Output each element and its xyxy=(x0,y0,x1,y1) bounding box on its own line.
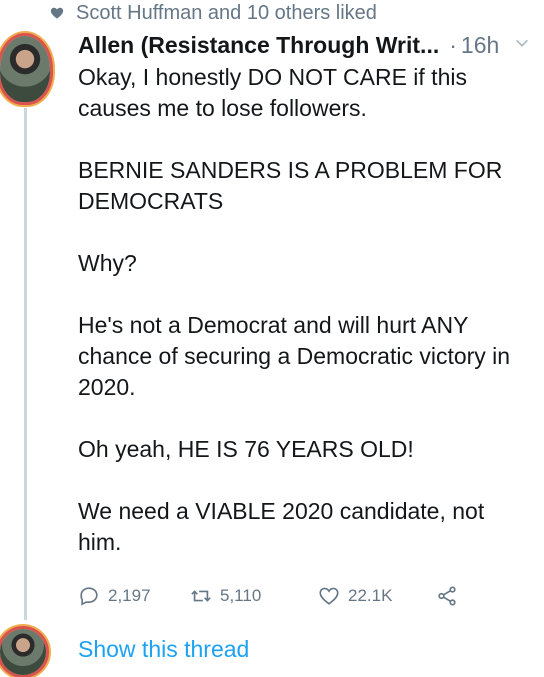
retweet-button[interactable]: 5,110 xyxy=(190,585,318,607)
social-context-text: Scott Huffman and 10 others liked xyxy=(76,1,377,24)
chevron-down-icon[interactable] xyxy=(514,35,530,56)
like-icon xyxy=(319,587,339,605)
share-icon xyxy=(438,586,456,606)
reply-button[interactable]: 2,197 xyxy=(78,585,190,607)
tweet-paragraph: Oh yeah, HE IS 76 YEARS OLD! xyxy=(78,436,414,462)
tweet-text: Okay, I honestly DO NOT CARE if this cau… xyxy=(78,62,534,558)
show-thread-link[interactable]: Show this thread xyxy=(78,636,249,663)
tweet-actions: 2,197 5,110 22.1K xyxy=(78,585,478,607)
thread-connector xyxy=(24,108,27,620)
tweet-paragraph: He's not a Democrat and will hurt ANY ch… xyxy=(78,312,511,400)
tweet-paragraph: Why? xyxy=(78,250,137,276)
tweet-paragraph: We need a VIABLE 2020 candidate, not him… xyxy=(78,498,485,555)
author-name[interactable]: Allen (Resistance Through Writ... xyxy=(78,32,439,59)
tweet-timestamp[interactable]: 16h xyxy=(461,32,499,59)
tweet-paragraph: Okay, I honestly DO NOT CARE if this cau… xyxy=(78,64,467,121)
thread-avatar[interactable] xyxy=(0,629,46,675)
separator-dot: · xyxy=(449,31,457,58)
reply-icon xyxy=(80,587,98,606)
social-context: Scott Huffman and 10 others liked xyxy=(50,0,377,26)
like-button[interactable]: 22.1K xyxy=(318,585,436,607)
share-button[interactable] xyxy=(436,585,458,607)
like-count: 22.1K xyxy=(348,586,393,605)
tweet[interactable]: Allen (Resistance Through Writ... · 16h … xyxy=(78,30,534,558)
tweet-paragraph: BERNIE SANDERS IS A PROBLEM FOR DEMOCRAT… xyxy=(78,157,503,214)
heart-icon xyxy=(50,7,64,19)
retweet-count: 5,110 xyxy=(220,586,262,605)
retweet-icon xyxy=(191,590,211,602)
reply-count: 2,197 xyxy=(108,586,151,605)
tweet-header: Allen (Resistance Through Writ... · 16h xyxy=(78,30,534,60)
author-avatar[interactable] xyxy=(0,36,50,102)
